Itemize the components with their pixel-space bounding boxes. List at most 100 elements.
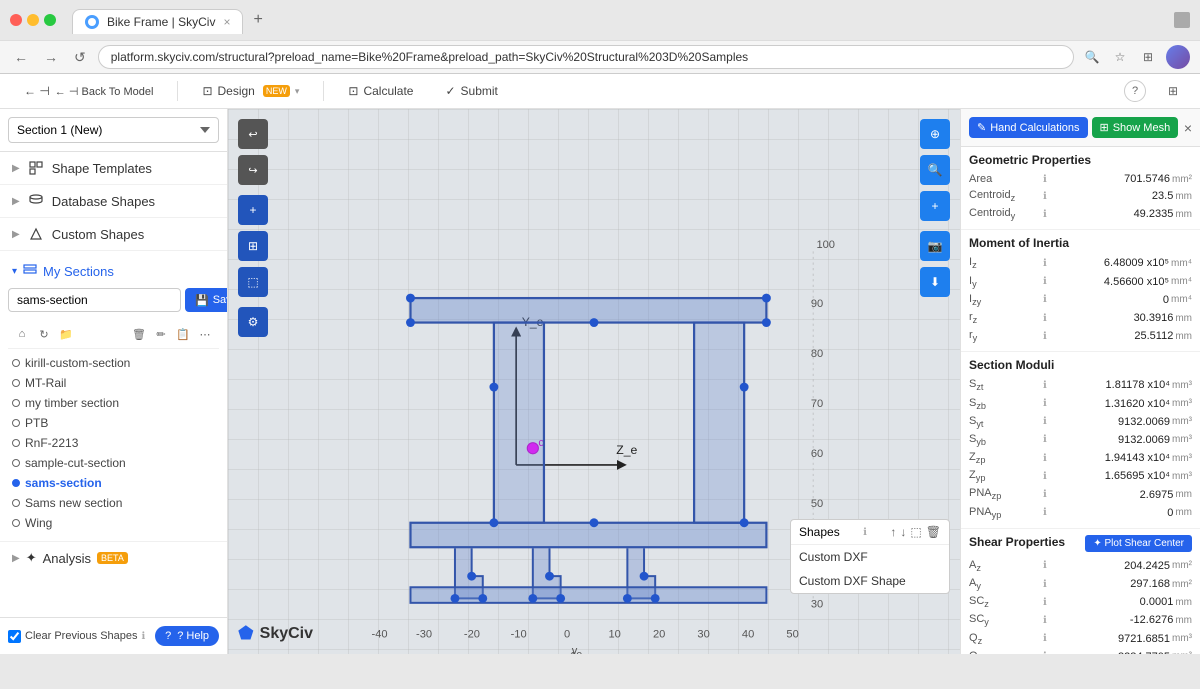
- shapes-custom-dxf[interactable]: Custom DXF: [791, 545, 949, 569]
- canvas-right-tools: ⊕ 🔍 + 📷 ⬇: [920, 119, 950, 297]
- section-list-item[interactable]: Sams new section: [8, 493, 219, 513]
- shape-templates-item[interactable]: ▶ Shape Templates: [0, 152, 227, 184]
- address-bar[interactable]: platform.skyciv.com/structural?preload_n…: [98, 45, 1074, 69]
- centroid-y-info[interactable]: ℹ: [1043, 209, 1047, 220]
- bookmark-nav-icon[interactable]: ☆: [1110, 47, 1130, 67]
- sections-folder-btn[interactable]: 📁: [56, 324, 76, 344]
- sections-refresh-btn[interactable]: ↻: [34, 324, 54, 344]
- analysis-item[interactable]: ▶ ✦ Analysis BETA: [0, 541, 227, 574]
- syb-unit: mm³: [1172, 434, 1192, 445]
- ay-info[interactable]: ℹ: [1043, 579, 1047, 590]
- section-list-item[interactable]: my timber section: [8, 393, 219, 413]
- cursor-btn[interactable]: ⬚: [238, 267, 268, 297]
- section-list-item[interactable]: sams-section: [8, 473, 219, 493]
- ry-info[interactable]: ℹ: [1043, 331, 1047, 342]
- sections-home-btn[interactable]: ⌂: [12, 324, 32, 344]
- zzp-info[interactable]: ℹ: [1043, 453, 1047, 464]
- settings-btn[interactable]: ⚙: [238, 307, 268, 337]
- sections-delete-btn[interactable]: 🗑: [129, 324, 149, 344]
- section-list-item[interactable]: kirill-custom-section: [8, 353, 219, 373]
- browser-tab[interactable]: Bike Frame | SkyCiv ×: [72, 9, 243, 34]
- area-info[interactable]: ℹ: [1043, 174, 1047, 185]
- shapes-custom-dxf-shape[interactable]: Custom DXF Shape: [791, 569, 949, 593]
- calculate-btn[interactable]: ⊡ Calculate: [340, 80, 421, 102]
- iz-info[interactable]: ℹ: [1043, 258, 1047, 269]
- section-list-item[interactable]: sample-cut-section: [8, 453, 219, 473]
- help-btn-sidebar[interactable]: ? ? Help: [155, 626, 219, 646]
- minimize-dot[interactable]: [27, 14, 39, 26]
- my-sections-header[interactable]: ▾ My Sections: [8, 259, 219, 288]
- sections-more-btn[interactable]: ⋯: [195, 324, 215, 344]
- zoom-in-btn[interactable]: 🔍: [920, 155, 950, 185]
- qy-info[interactable]: ℹ: [1043, 651, 1047, 654]
- shapes-delete-btn[interactable]: 🗑: [926, 525, 941, 539]
- window-control[interactable]: [1174, 12, 1190, 28]
- centroid-z-info[interactable]: ℹ: [1043, 191, 1047, 202]
- shapes-info-icon[interactable]: ℹ: [863, 527, 867, 538]
- panel-close-btn[interactable]: ×: [1184, 120, 1192, 136]
- search-nav-icon[interactable]: 🔍: [1082, 47, 1102, 67]
- zoom-fit-btn[interactable]: ⊕: [920, 119, 950, 149]
- nav-forward-btn[interactable]: →: [40, 47, 62, 67]
- section-select[interactable]: Section 1 (New): [8, 117, 219, 143]
- section-list-item[interactable]: PTB: [8, 413, 219, 433]
- pna-zp-label: PNAzp: [969, 487, 1039, 501]
- close-dot[interactable]: [10, 14, 22, 26]
- grid-toggle-btn[interactable]: ⊞: [238, 231, 268, 261]
- nav-back-btn[interactable]: ←: [10, 47, 32, 67]
- syb-info[interactable]: ℹ: [1043, 434, 1047, 445]
- qz-info[interactable]: ℹ: [1043, 633, 1047, 644]
- browser-titlebar: Bike Frame | SkyCiv × +: [0, 0, 1200, 40]
- sections-edit-btn[interactable]: ✏: [151, 324, 171, 344]
- section-list-item[interactable]: MT-Rail: [8, 373, 219, 393]
- canvas-area[interactable]: Z_e Y_e c: [228, 109, 960, 654]
- clear-shapes-btn[interactable]: Clear Previous Shapes ℹ: [8, 630, 145, 643]
- submit-btn[interactable]: ✓ Submit: [437, 80, 505, 102]
- screenshot-btn[interactable]: 📷: [920, 231, 950, 261]
- maximize-dot[interactable]: [44, 14, 56, 26]
- izy-info[interactable]: ℹ: [1043, 294, 1047, 305]
- help-btn[interactable]: ?: [1124, 80, 1146, 102]
- back-to-model-btn[interactable]: ← ⊣ ← ⊣ Back To Model: [16, 80, 161, 102]
- pna-yp-info[interactable]: ℹ: [1043, 507, 1047, 518]
- clear-shapes-checkbox[interactable]: [8, 630, 21, 643]
- zoom-out-btn[interactable]: +: [920, 191, 950, 221]
- plot-shear-btn[interactable]: ✦ Plot Shear Center: [1085, 535, 1192, 552]
- undo-btn[interactable]: ↩: [238, 119, 268, 149]
- syt-info[interactable]: ℹ: [1043, 416, 1047, 427]
- shapes-copy-btn[interactable]: ⬚: [910, 525, 921, 539]
- save-section-btn[interactable]: 💾 Save: [185, 288, 228, 312]
- section-list-item[interactable]: RnF-2213: [8, 433, 219, 453]
- zyp-info[interactable]: ℹ: [1043, 471, 1047, 482]
- add-point-btn[interactable]: +: [238, 195, 268, 225]
- section-name-input[interactable]: [8, 288, 181, 312]
- tab-close-btn[interactable]: ×: [223, 15, 230, 29]
- scz-info[interactable]: ℹ: [1043, 597, 1047, 608]
- szb-info[interactable]: ℹ: [1043, 398, 1047, 409]
- rz-row: rz ℹ 30.3916 mm: [969, 309, 1192, 327]
- sections-copy-btn[interactable]: 📋: [173, 324, 193, 344]
- custom-shapes-item[interactable]: ▶ Custom Shapes: [0, 218, 227, 250]
- grid-btn[interactable]: ⊞: [1162, 80, 1184, 102]
- new-tab-btn[interactable]: +: [243, 6, 272, 34]
- user-avatar[interactable]: [1166, 45, 1190, 69]
- download-btn[interactable]: ⬇: [920, 267, 950, 297]
- scy-info[interactable]: ℹ: [1043, 615, 1047, 626]
- database-shapes-item[interactable]: ▶ Database Shapes: [0, 185, 227, 217]
- design-btn[interactable]: ⊡ Design NEW ▾: [194, 80, 307, 102]
- section-list-item[interactable]: Wing: [8, 513, 219, 533]
- extensions-icon[interactable]: ⊞: [1138, 47, 1158, 67]
- szt-info[interactable]: ℹ: [1043, 380, 1047, 391]
- rz-info[interactable]: ℹ: [1043, 313, 1047, 324]
- show-mesh-btn[interactable]: ⊞ Show Mesh: [1092, 117, 1179, 138]
- shapes-up-btn[interactable]: ↑: [890, 525, 896, 539]
- shapes-down-btn[interactable]: ↓: [900, 525, 906, 539]
- pna-zp-info[interactable]: ℹ: [1043, 489, 1047, 500]
- nav-reload-btn[interactable]: ↺: [70, 47, 90, 68]
- iy-info[interactable]: ℹ: [1043, 276, 1047, 287]
- hand-calculations-btn[interactable]: ✎ Hand Calculations: [969, 117, 1088, 138]
- redo-btn[interactable]: ↪: [238, 155, 268, 185]
- right-panel: ✎ Hand Calculations ⊞ Show Mesh × Geomet…: [960, 109, 1200, 654]
- centroid-y-row: Centroidy ℹ 49.2335 mm: [969, 205, 1192, 223]
- az-info[interactable]: ℹ: [1043, 560, 1047, 571]
